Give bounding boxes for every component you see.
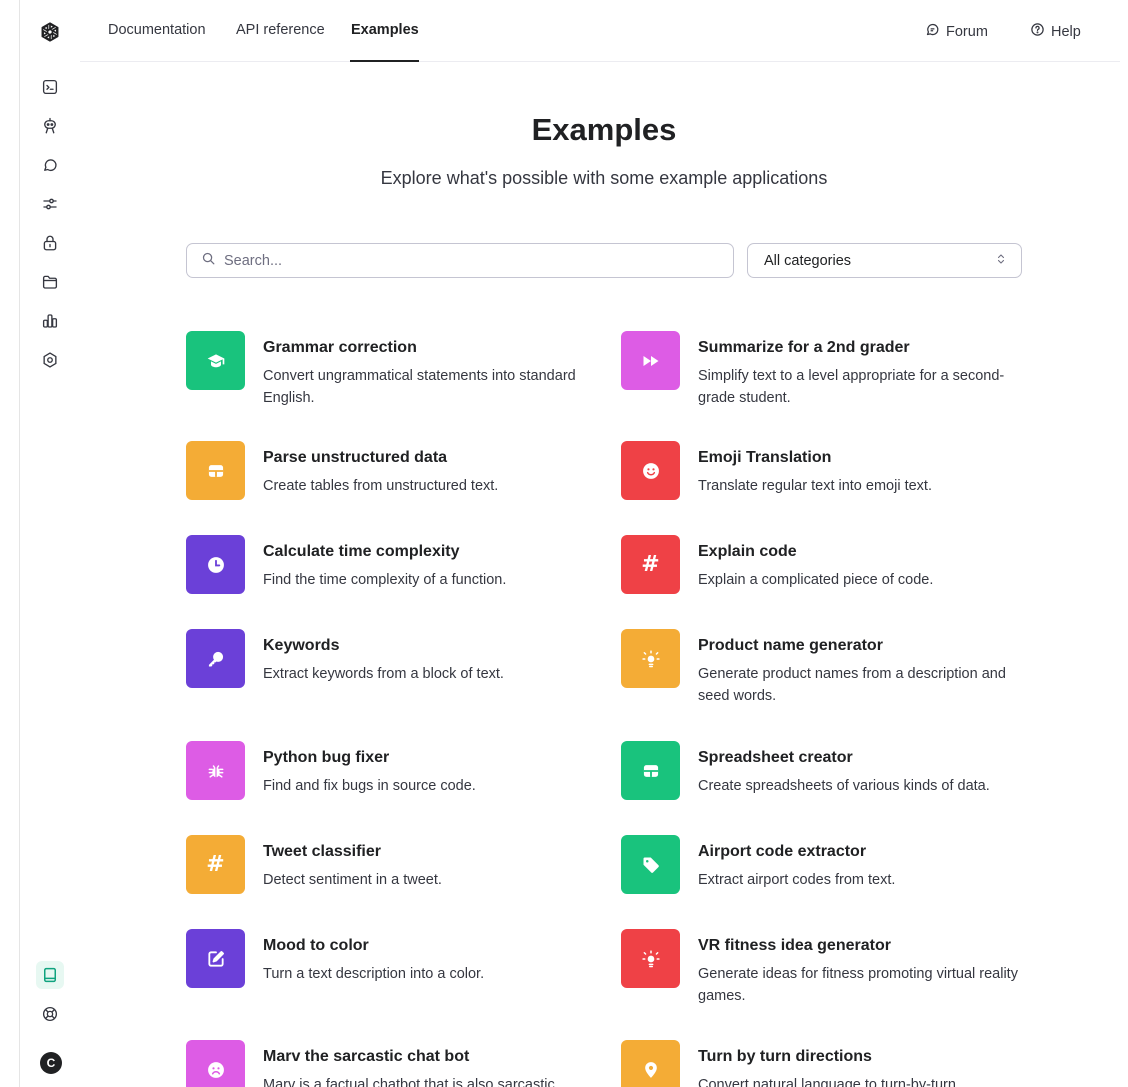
fast-forward-icon — [621, 331, 680, 390]
example-title: Calculate time complexity — [263, 543, 460, 560]
example-title: Parse unstructured data — [263, 449, 448, 466]
folder-icon[interactable] — [36, 268, 64, 296]
nav-examples[interactable]: Examples — [351, 22, 419, 38]
example-title: Python bug fixer — [263, 749, 390, 766]
map-pin-icon — [621, 1040, 680, 1087]
example-description: Convert ungrammatical statements into st… — [263, 368, 576, 406]
example-title: Spreadsheet creator — [698, 749, 853, 766]
lock-icon[interactable] — [36, 229, 64, 257]
example-description: Create spreadsheets of various kinds of … — [698, 778, 990, 794]
example-card[interactable]: Python bug fixer Find and fix bugs in sou… — [186, 741, 586, 821]
bug-icon — [186, 741, 245, 800]
sidebar: C — [0, 0, 80, 1087]
example-description: Explain a complicated piece of code. — [698, 572, 934, 588]
example-title: Mood to color — [263, 937, 369, 954]
sliders-icon[interactable] — [36, 190, 64, 218]
hash-icon: # — [621, 535, 680, 594]
example-description: Marv is a factual chatbot that is also s… — [263, 1077, 559, 1087]
sidebar-divider — [19, 0, 20, 1087]
example-card[interactable]: Turn by turn directions Convert natural l… — [621, 1040, 1021, 1087]
example-title: Explain code — [698, 543, 797, 560]
example-description: Find and fix bugs in source code. — [263, 778, 476, 794]
robot-icon[interactable] — [36, 112, 64, 140]
table-icon — [621, 741, 680, 800]
example-title: Product name generator — [698, 637, 883, 654]
hash-icon: # — [186, 835, 245, 894]
example-card[interactable]: Keywords Extract keywords from a block of… — [186, 629, 586, 709]
chat-icon[interactable] — [36, 151, 64, 179]
page-title: Examples — [531, 112, 677, 147]
smile-icon — [621, 441, 680, 500]
help-circle-icon — [1030, 22, 1045, 41]
chevron-up-down-icon — [995, 253, 1007, 269]
help-link[interactable]: Help — [1030, 22, 1081, 41]
example-description: Detect sentiment in a tweet. — [263, 872, 442, 888]
example-title: Keywords — [263, 637, 340, 654]
docs-book-icon[interactable] — [36, 961, 64, 989]
example-description: Create tables from unstructured text. — [263, 478, 499, 494]
example-title: Tweet classifier — [263, 843, 381, 860]
frown-icon — [186, 1040, 245, 1087]
lightbulb-icon — [621, 929, 680, 988]
category-select-value: All categories — [764, 252, 852, 269]
example-description: Translate regular text into emoji text. — [698, 478, 932, 494]
example-title: Airport code extractor — [698, 843, 867, 860]
example-title: Grammar correction — [263, 339, 417, 356]
forum-link[interactable]: Forum — [925, 22, 988, 41]
example-description: Convert natural language to turn-by-turn… — [698, 1077, 956, 1087]
active-tab-indicator — [350, 60, 419, 62]
example-description: Generate ideas for fitness promoting vir… — [698, 966, 1018, 1004]
example-description: Turn a text description into a color. — [263, 966, 485, 982]
help-label: Help — [1051, 23, 1081, 40]
example-card[interactable]: Calculate time complexity Find the time c… — [186, 535, 586, 615]
example-card[interactable]: # Tweet classifier Detect sentiment in a t… — [186, 835, 586, 915]
nav-documentation[interactable]: Documentation — [108, 22, 206, 38]
bar-chart-icon[interactable] — [36, 307, 64, 335]
forum-label: Forum — [946, 23, 988, 40]
clock-icon — [186, 535, 245, 594]
forum-chat-icon — [925, 22, 940, 41]
settings-gear-icon[interactable] — [36, 346, 64, 374]
example-card[interactable]: Parse unstructured data Create tables fro… — [186, 441, 586, 521]
help-lifebuoy-icon[interactable] — [36, 1000, 64, 1028]
example-description: Extract keywords from a block of text. — [263, 666, 504, 682]
example-card[interactable]: Product name generator Generate product n… — [621, 629, 1021, 709]
category-select[interactable]: All categories — [747, 243, 1022, 278]
example-card[interactable]: Spreadsheet creator Create spreadsheets o… — [621, 741, 1021, 821]
key-icon — [186, 629, 245, 688]
example-card[interactable]: Marv the sarcastic chat bot Marv is a fac… — [186, 1040, 586, 1087]
example-title: Turn by turn directions — [698, 1048, 872, 1065]
lightbulb-icon — [621, 629, 680, 688]
example-description: Extract airport codes from text. — [698, 872, 896, 888]
top-navigation: Documentation API reference Examples For… — [80, 0, 1120, 62]
example-description: Simplify text to a level appropriate for… — [698, 368, 1005, 406]
nav-api-reference[interactable]: API reference — [236, 22, 325, 38]
example-card[interactable]: Summarize for a 2nd grader Simplify text … — [621, 331, 1021, 411]
example-description: Generate product names from a descriptio… — [698, 666, 1006, 704]
graduation-cap-icon — [186, 331, 245, 390]
example-card[interactable]: # Explain code Explain a complicated piece… — [621, 535, 1021, 615]
openai-logo-icon[interactable] — [36, 18, 64, 46]
search-icon — [201, 251, 216, 270]
example-card[interactable]: Airport code extractor Extract airport co… — [621, 835, 1021, 915]
example-title: Summarize for a 2nd grader — [698, 339, 910, 356]
edit-icon — [186, 929, 245, 988]
example-card[interactable]: Mood to color Turn a text description int… — [186, 929, 586, 1009]
user-avatar[interactable]: C — [40, 1052, 62, 1074]
example-card[interactable]: Grammar correction Convert ungrammatical … — [186, 331, 586, 411]
example-title: Emoji Translation — [698, 449, 832, 466]
tag-icon — [621, 835, 680, 894]
page-subtitle: Explore what's possible with some exampl… — [380, 168, 828, 188]
search-input[interactable] — [224, 252, 704, 269]
example-description: Find the time complexity of a function. — [263, 572, 507, 588]
example-title: VR fitness idea generator — [698, 937, 891, 954]
example-card[interactable]: VR fitness idea generator Generate ideas … — [621, 929, 1021, 1009]
search-box[interactable] — [186, 243, 734, 278]
example-title: Marv the sarcastic chat bot — [263, 1048, 470, 1065]
terminal-icon[interactable] — [36, 73, 64, 101]
example-card[interactable]: Emoji Translation Translate regular text … — [621, 441, 1021, 521]
table-icon — [186, 441, 245, 500]
